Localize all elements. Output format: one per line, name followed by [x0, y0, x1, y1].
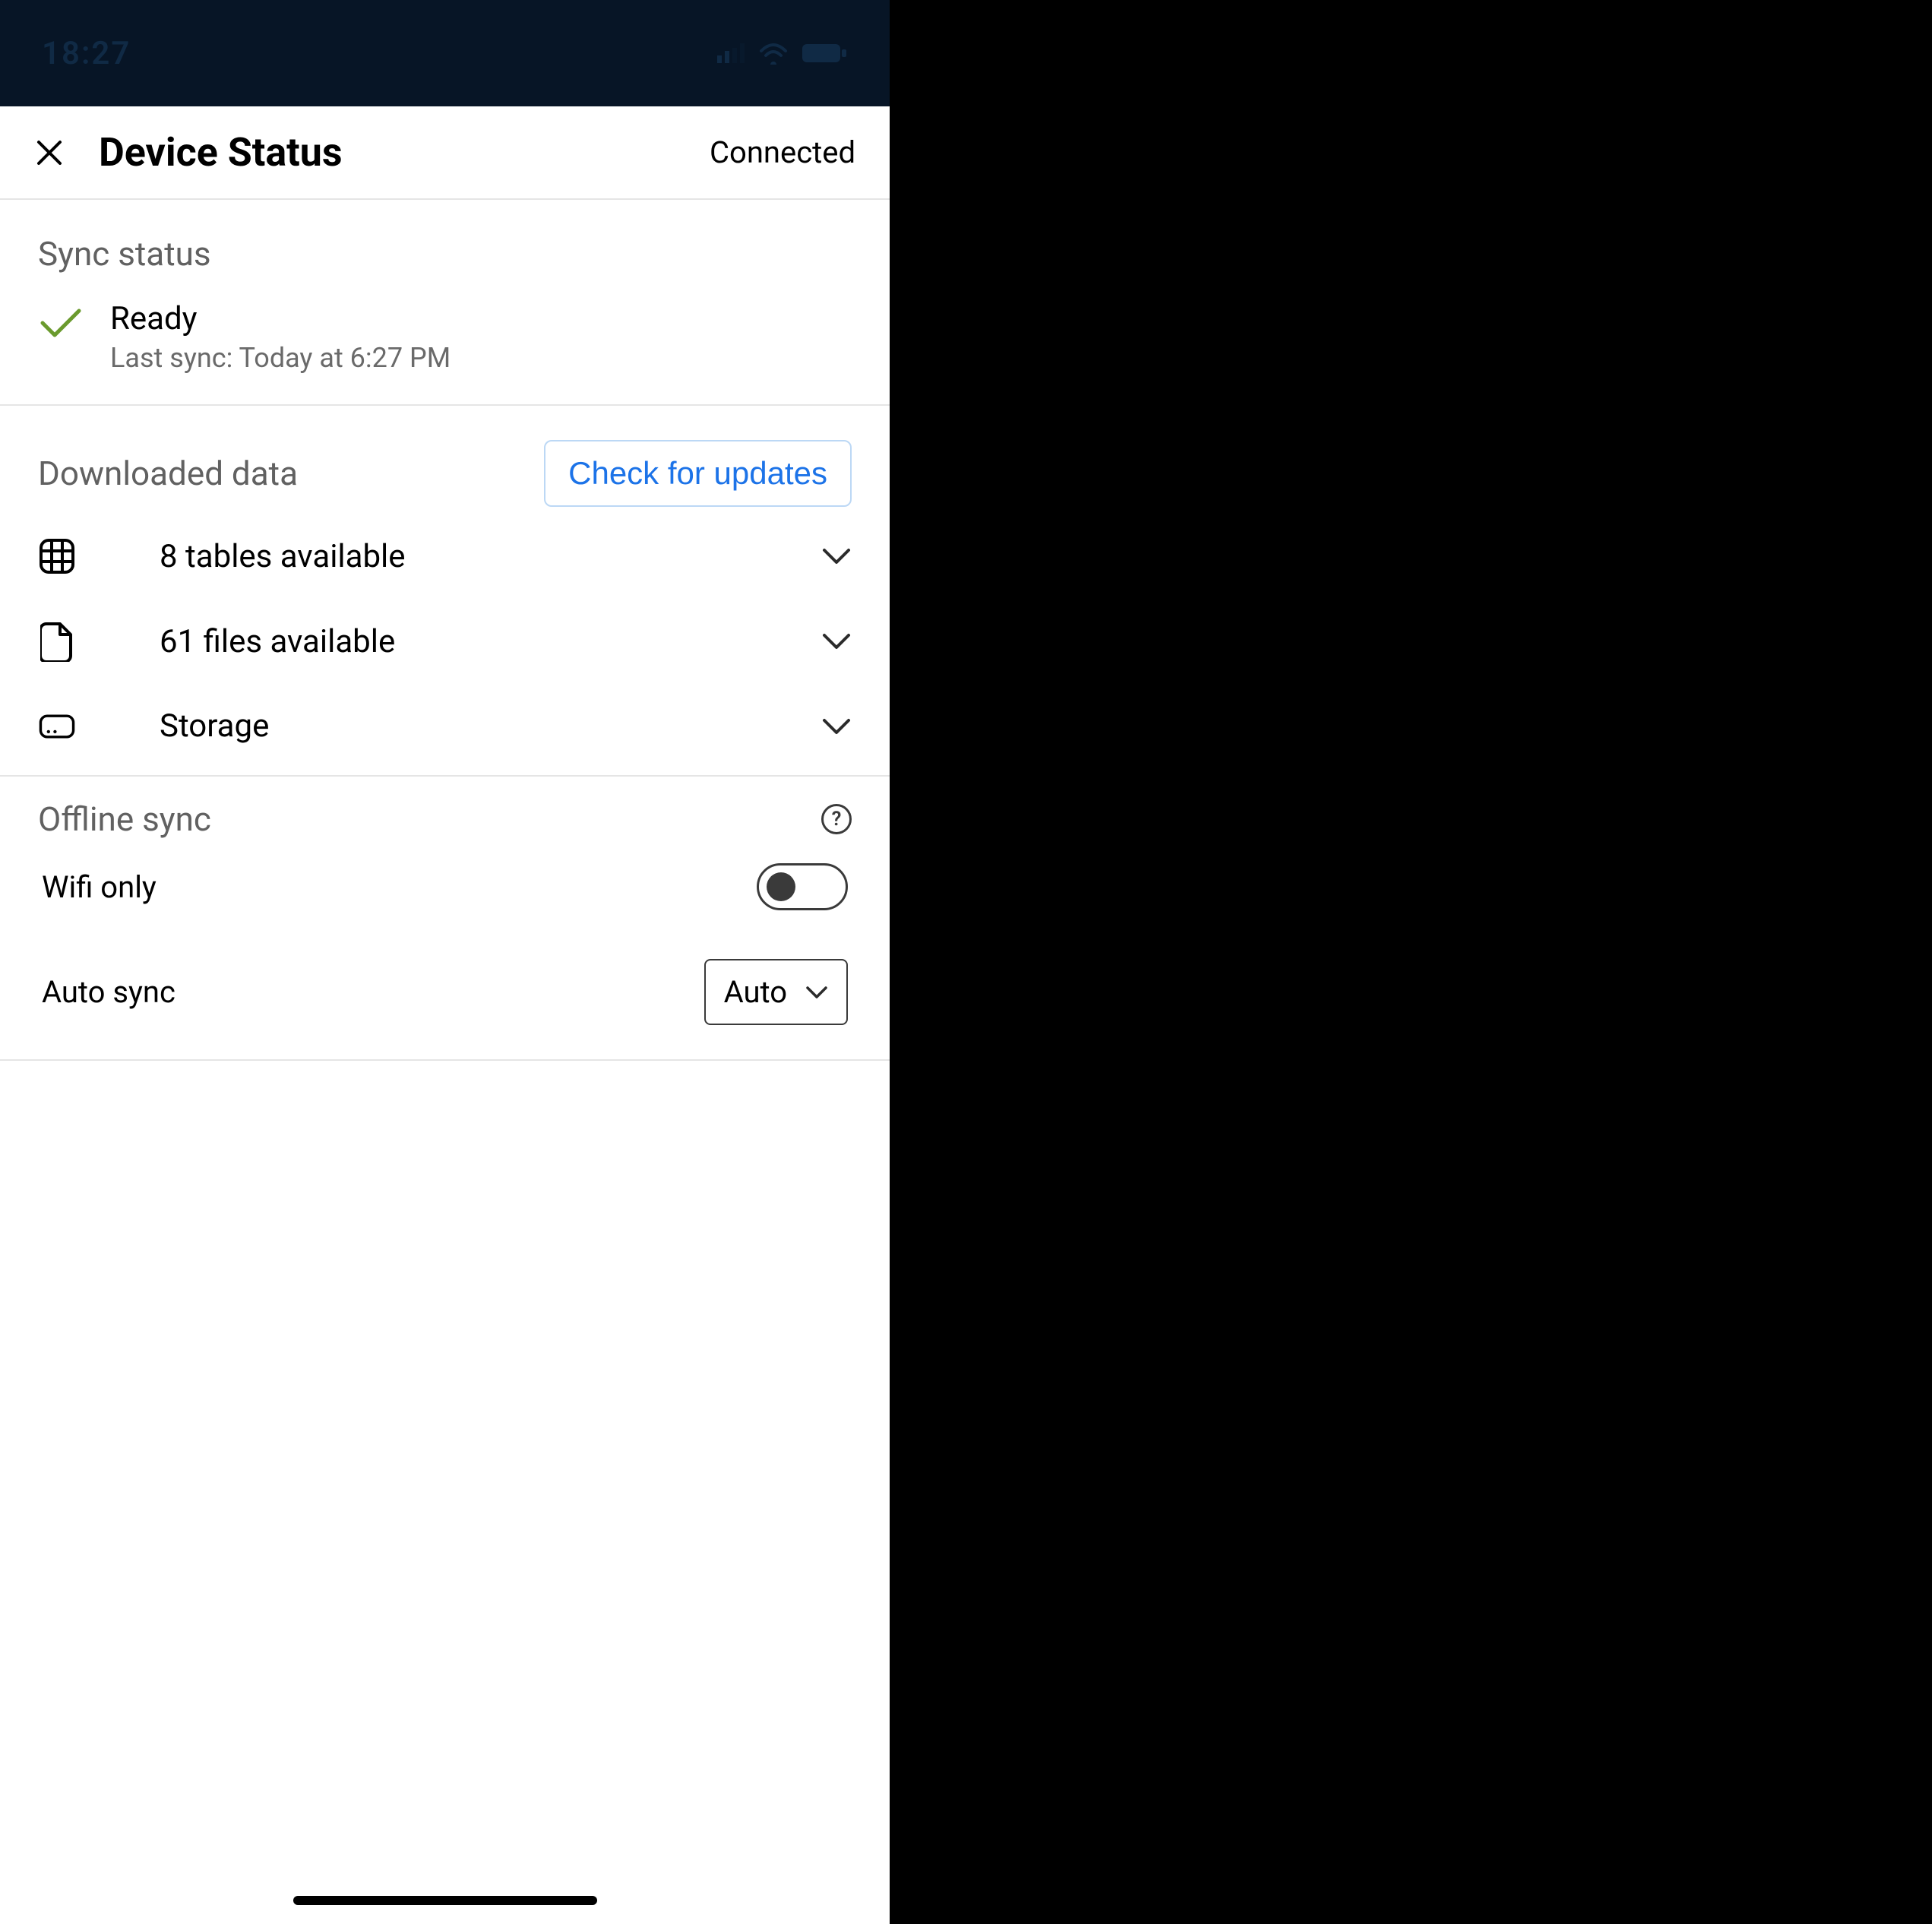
- checkmark-icon: [38, 306, 84, 340]
- content-area: Sync status Ready Last sync: Today at 6:…: [0, 200, 890, 1924]
- offline-header: Offline sync ?: [0, 777, 890, 839]
- wifi-only-row: Wifi only: [0, 839, 890, 935]
- chevron-down-icon: [821, 547, 852, 565]
- sync-state: Ready: [110, 300, 451, 337]
- storage-icon: [38, 711, 76, 742]
- chevron-down-icon: [821, 632, 852, 650]
- file-icon: [38, 621, 76, 662]
- battery-icon: [802, 43, 848, 64]
- downloaded-header: Downloaded data Check for updates: [0, 406, 890, 514]
- files-label: 61 files available: [160, 623, 738, 660]
- status-bar: 18:27: [0, 0, 890, 106]
- page-title: Device Status: [99, 129, 675, 176]
- connection-status: Connected: [710, 134, 855, 170]
- offline-sync-section: Offline sync ? Wifi only Auto sync Auto: [0, 777, 890, 1061]
- storage-label: Storage: [160, 707, 738, 745]
- sync-info: Ready Last sync: Today at 6:27 PM: [110, 300, 451, 374]
- downloaded-title: Downloaded data: [38, 454, 298, 493]
- toggle-knob: [767, 872, 795, 901]
- auto-sync-value: Auto: [724, 974, 787, 1010]
- sync-status-section: Sync status Ready Last sync: Today at 6:…: [0, 200, 890, 406]
- device-status-screen: 18:27 Device Status Connected Sync st: [0, 0, 890, 1924]
- auto-sync-label: Auto sync: [42, 974, 175, 1010]
- tables-row[interactable]: 8 tables available: [0, 514, 890, 598]
- auto-sync-select[interactable]: Auto: [704, 959, 848, 1025]
- table-icon: [38, 537, 76, 575]
- sync-status-row: Ready Last sync: Today at 6:27 PM: [0, 281, 890, 404]
- close-button[interactable]: [34, 138, 65, 168]
- status-indicators: [717, 42, 848, 65]
- help-icon[interactable]: ?: [821, 804, 852, 834]
- home-indicator[interactable]: [293, 1896, 597, 1905]
- nav-bar: Device Status Connected: [0, 106, 890, 200]
- storage-row[interactable]: Storage: [0, 685, 890, 775]
- sync-detail: Last sync: Today at 6:27 PM: [110, 342, 451, 374]
- status-time: 18:27: [42, 35, 131, 72]
- sync-status-header: Sync status: [0, 200, 890, 281]
- wifi-only-label: Wifi only: [42, 869, 157, 905]
- tables-label: 8 tables available: [160, 538, 738, 575]
- auto-sync-row: Auto sync Auto: [0, 935, 890, 1059]
- sync-status-title: Sync status: [38, 234, 211, 274]
- wifi-icon: [758, 42, 789, 65]
- close-icon: [36, 139, 63, 166]
- chevron-down-icon: [805, 986, 828, 999]
- check-updates-button[interactable]: Check for updates: [544, 440, 852, 507]
- downloaded-data-section: Downloaded data Check for updates 8 tabl…: [0, 406, 890, 777]
- files-row[interactable]: 61 files available: [0, 598, 890, 685]
- wifi-only-toggle[interactable]: [757, 863, 848, 910]
- offline-title: Offline sync: [38, 799, 211, 839]
- cellular-icon: [717, 43, 745, 63]
- chevron-down-icon: [821, 717, 852, 736]
